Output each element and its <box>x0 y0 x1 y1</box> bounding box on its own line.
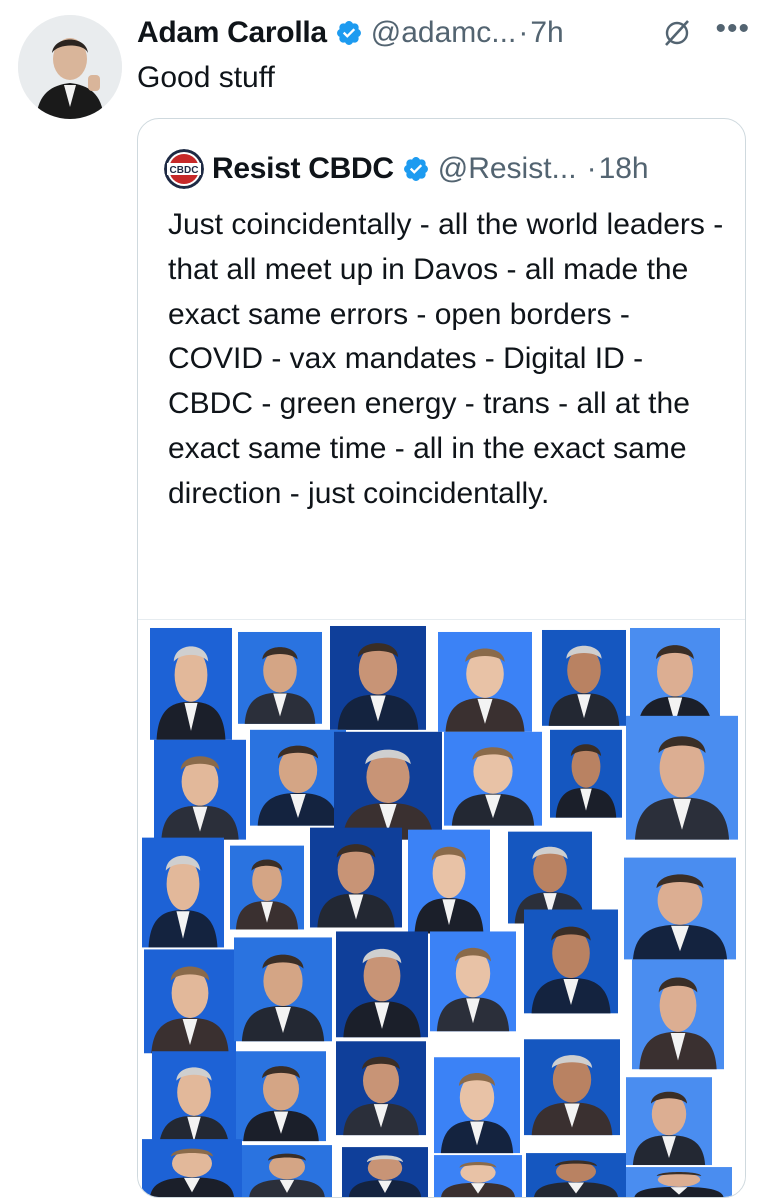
attached-collage-image[interactable] <box>138 619 745 1197</box>
collage-portrait-15 <box>310 827 402 928</box>
collage-portrait-19 <box>144 949 236 1054</box>
quoted-tweet-text: Just coincidentally - all the world lead… <box>168 208 724 510</box>
collage-portrait-24 <box>632 959 724 1070</box>
collage-portrait-16 <box>408 829 490 934</box>
collage-portrait-35 <box>526 1153 626 1197</box>
collage-portrait-32 <box>242 1145 332 1197</box>
grok-icon[interactable] <box>662 18 692 48</box>
collage-portrait-29 <box>524 1039 620 1136</box>
separator-dot: · <box>518 16 529 49</box>
collage-portrait-13 <box>142 837 224 948</box>
collage-portrait-1 <box>150 627 232 740</box>
collage-portrait-33 <box>342 1147 428 1197</box>
collage-portrait-3 <box>330 625 426 730</box>
verified-badge-icon <box>336 21 361 45</box>
quoted-author-avatar[interactable]: CBDC <box>164 149 204 189</box>
tweet-text: Good stuff <box>137 61 275 94</box>
collage-portrait-21 <box>336 931 428 1038</box>
collage-portrait-12 <box>626 715 738 840</box>
collage-portrait-4 <box>438 631 532 732</box>
collage-portrait-11 <box>550 729 622 818</box>
quoted-verified-badge-icon <box>403 157 428 181</box>
author-name[interactable]: Adam Carolla <box>137 16 327 50</box>
collage-portrait-30 <box>626 1077 712 1166</box>
collage-portrait-20 <box>234 937 332 1042</box>
collage-portrait-18 <box>624 857 736 960</box>
collage-portrait-14 <box>230 845 304 930</box>
quoted-timestamp[interactable]: 18h <box>599 152 649 186</box>
collage-portrait-26 <box>236 1051 326 1142</box>
collage-portrait-28 <box>434 1057 520 1154</box>
collage-portrait-34 <box>434 1155 522 1197</box>
collage-portrait-27 <box>336 1041 426 1136</box>
collage-portrait-36 <box>626 1167 732 1197</box>
author-avatar[interactable] <box>18 15 122 119</box>
author-handle[interactable]: @adamc... <box>371 16 517 50</box>
quoted-tweet-card[interactable]: CBDC Resist CBDC @Resist... · 18h Just c… <box>137 118 746 1198</box>
timestamp[interactable]: 7h <box>530 16 563 50</box>
collage-portrait-2 <box>238 631 322 724</box>
collage-portrait-7 <box>154 739 246 840</box>
collage-portrait-9 <box>334 731 442 840</box>
collage-canvas <box>142 625 738 1197</box>
collage-portrait-22 <box>430 931 516 1032</box>
quoted-separator-dot: · <box>586 152 597 185</box>
quoted-author-handle[interactable]: @Resist... <box>438 152 577 186</box>
quoted-tweet-header: CBDC Resist CBDC @Resist... · 18h <box>164 149 649 189</box>
quoted-author-name[interactable]: Resist CBDC <box>212 152 394 186</box>
collage-portrait-5 <box>542 629 626 726</box>
collage-portrait-8 <box>250 729 346 826</box>
collage-portrait-25 <box>152 1051 236 1150</box>
tweet-header: Adam Carolla @adamc... · 7h ••• <box>137 12 750 54</box>
collage-portrait-10 <box>444 731 542 826</box>
collage-portrait-31 <box>142 1139 242 1197</box>
more-dots-icon[interactable]: ••• <box>715 12 750 46</box>
quoted-avatar-text: CBDC <box>170 165 199 176</box>
collage-portrait-23 <box>524 909 618 1014</box>
